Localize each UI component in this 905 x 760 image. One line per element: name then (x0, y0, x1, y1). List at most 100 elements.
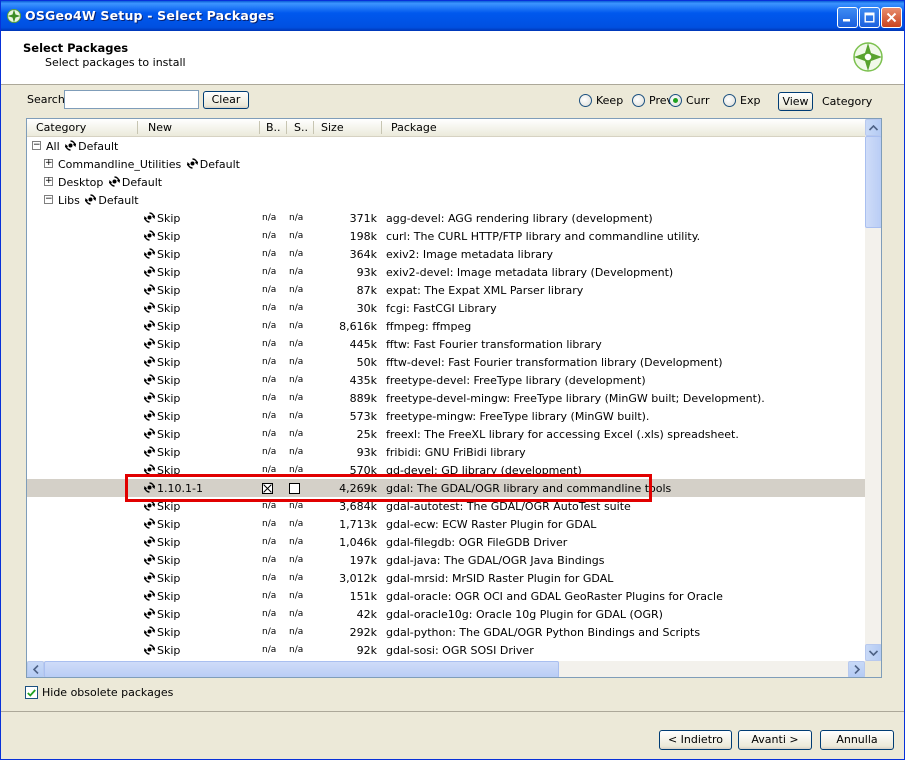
cancel-button[interactable]: Annulla (820, 730, 894, 750)
new-action-cell[interactable]: Skip (142, 608, 180, 621)
hide-obsolete-checkbox[interactable]: Hide obsolete packages (25, 686, 173, 699)
page-title: Select Packages (23, 41, 129, 55)
new-action-cell[interactable]: Skip (142, 590, 180, 603)
new-action-cell[interactable]: Skip (142, 644, 180, 657)
package-row[interactable]: Skip n/a n/a 198k curl: The CURL HTTP/FTP li… (27, 227, 865, 245)
keep-radio[interactable]: Keep (579, 94, 623, 107)
package-row[interactable]: Skip n/a n/a 3,012k gdal-mrsid: MrSID Raster… (27, 569, 865, 587)
sync-icon (144, 536, 155, 547)
new-action-cell[interactable]: Skip (142, 428, 180, 441)
package-row[interactable]: Skip n/a n/a 1,713k gdal-ecw: ECW Raster Plu… (27, 515, 865, 533)
new-action-cell[interactable]: Skip (142, 500, 180, 513)
package-list[interactable]: Category New B.. S.. Size Package − All D… (26, 118, 882, 678)
scroll-up-button[interactable] (865, 119, 881, 136)
column-bin[interactable]: B.. (266, 121, 281, 134)
new-action-cell[interactable]: Skip (142, 266, 180, 279)
title-bar[interactable]: OSGeo4W Setup - Select Packages (1, 1, 904, 31)
source-checkbox[interactable] (289, 483, 300, 494)
column-divider[interactable] (313, 121, 314, 134)
new-action-cell[interactable]: Skip (142, 230, 180, 243)
collapse-icon[interactable]: − (44, 195, 53, 204)
package-row[interactable]: Skip n/a n/a 93k fribidi: GNU FriBidi librar… (27, 443, 865, 461)
package-row[interactable]: Skip n/a n/a 573k freetype-mingw: FreeType l… (27, 407, 865, 425)
package-row[interactable]: Skip n/a n/a 50k fftw-devel: Fast Fourier tr… (27, 353, 865, 371)
new-action-cell[interactable]: Skip (142, 446, 180, 459)
package-row[interactable]: Skip n/a n/a 197k gdal-java: The GDAL/OGR Ja… (27, 551, 865, 569)
package-row[interactable]: Skip n/a n/a 570k gd-devel: GD library (deve… (27, 461, 865, 479)
package-row[interactable]: Skip n/a n/a 445k fftw: Fast Fourier transfo… (27, 335, 865, 353)
new-action-cell[interactable]: Skip (142, 518, 180, 531)
new-action-cell[interactable]: 1.10.1-1 (142, 482, 203, 495)
package-row[interactable]: Skip n/a n/a 87k expat: The Expat XML Parser… (27, 281, 865, 299)
package-row[interactable]: Skip n/a n/a 8,616k ffmpeg: ffmpeg (27, 317, 865, 335)
column-divider[interactable] (137, 121, 138, 134)
binary-cell: n/a (262, 321, 277, 331)
column-package[interactable]: Package (391, 121, 437, 134)
package-row[interactable]: Skip n/a n/a 1,046k gdal-filegdb: OGR FileGD… (27, 533, 865, 551)
exp-radio[interactable]: Exp (723, 94, 760, 107)
search-input[interactable] (64, 90, 199, 109)
package-row-selected[interactable]: 1.10.1-1 4,269k gdal: The GDAL/OGR library… (27, 479, 865, 497)
new-action-cell[interactable]: Skip (142, 374, 180, 387)
new-action-cell[interactable]: Skip (142, 302, 180, 315)
new-action-cell[interactable]: Skip (142, 554, 180, 567)
new-action-cell[interactable]: Skip (142, 320, 180, 333)
package-row[interactable]: Skip n/a n/a 25k freexl: The FreeXL library … (27, 425, 865, 443)
expand-icon[interactable]: + (44, 177, 53, 186)
column-new[interactable]: New (148, 121, 172, 134)
package-row[interactable]: Skip n/a n/a 93k exiv2-devel: Image metadata… (27, 263, 865, 281)
new-action-cell[interactable]: Skip (142, 338, 180, 351)
column-size[interactable]: Size (321, 121, 344, 134)
scroll-right-button[interactable] (848, 661, 865, 677)
package-row[interactable]: Skip n/a n/a 30k fcgi: FastCGI Library (27, 299, 865, 317)
new-action-cell[interactable]: Skip (142, 464, 180, 477)
next-button[interactable]: Avanti > (738, 730, 812, 750)
package-row[interactable]: Skip n/a n/a 371k agg-devel: AGG rendering l… (27, 209, 865, 227)
new-action-cell[interactable]: Skip (142, 536, 180, 549)
close-button[interactable] (881, 7, 902, 28)
new-action-cell[interactable]: Skip (142, 248, 180, 261)
maximize-button[interactable] (859, 7, 880, 28)
vertical-scrollbar[interactable] (865, 119, 881, 661)
curr-radio[interactable]: Curr (669, 94, 710, 107)
new-action-cell[interactable]: Skip (142, 212, 180, 225)
collapse-icon[interactable]: − (32, 141, 41, 150)
column-category[interactable]: Category (36, 121, 86, 134)
new-action-cell[interactable]: Skip (142, 392, 180, 405)
sync-icon (144, 320, 155, 331)
size-cell: 87k (356, 284, 377, 297)
package-row[interactable]: Skip n/a n/a 42k gdal-oracle10g: Oracle 10g … (27, 605, 865, 623)
clear-button[interactable]: Clear (203, 91, 249, 109)
package-row[interactable]: Skip n/a n/a 889k freetype-devel-mingw: Free… (27, 389, 865, 407)
scroll-left-button[interactable] (27, 661, 44, 677)
column-divider[interactable] (286, 121, 287, 134)
package-row[interactable]: Skip n/a n/a 292k gdal-python: The GDAL/OGR … (27, 623, 865, 641)
vertical-scroll-thumb[interactable] (865, 136, 881, 228)
package-row[interactable]: Skip n/a n/a 435k freetype-devel: FreeType l… (27, 371, 865, 389)
radio-circle (579, 94, 592, 107)
column-src[interactable]: S.. (294, 121, 308, 134)
package-row[interactable]: Skip n/a n/a 364k exiv2: Image metadata libr… (27, 245, 865, 263)
column-divider[interactable] (259, 121, 260, 134)
horizontal-scroll-thumb[interactable] (44, 661, 559, 677)
new-action-cell[interactable]: Skip (142, 284, 180, 297)
new-action-cell[interactable]: Skip (142, 410, 180, 423)
new-action-cell[interactable]: Skip (142, 626, 180, 639)
package-description: gdal-oracle10g: Oracle 10g Plugin for GD… (386, 608, 663, 621)
scroll-down-button[interactable] (865, 644, 881, 661)
back-button[interactable]: < Indietro (659, 730, 732, 750)
minimize-button[interactable] (837, 7, 858, 28)
new-action-label: Skip (157, 644, 181, 657)
package-row[interactable]: Skip n/a n/a 151k gdal-oracle: OGR OCI and G… (27, 587, 865, 605)
expand-icon[interactable]: + (44, 159, 53, 168)
horizontal-scrollbar[interactable] (27, 661, 865, 677)
prev-radio[interactable]: Prev (632, 94, 673, 107)
column-divider[interactable] (381, 121, 382, 134)
view-button[interactable]: View (778, 92, 813, 111)
new-action-cell[interactable]: Skip (142, 356, 180, 369)
binary-checkbox[interactable] (262, 483, 273, 494)
close-icon (886, 12, 897, 23)
package-row[interactable]: Skip n/a n/a 92k gdal-sosi: OGR SOSI Driver (27, 641, 865, 659)
new-action-cell[interactable]: Skip (142, 572, 180, 585)
package-row[interactable]: Skip n/a n/a 3,684k gdal-autotest: The GDAL/… (27, 497, 865, 515)
